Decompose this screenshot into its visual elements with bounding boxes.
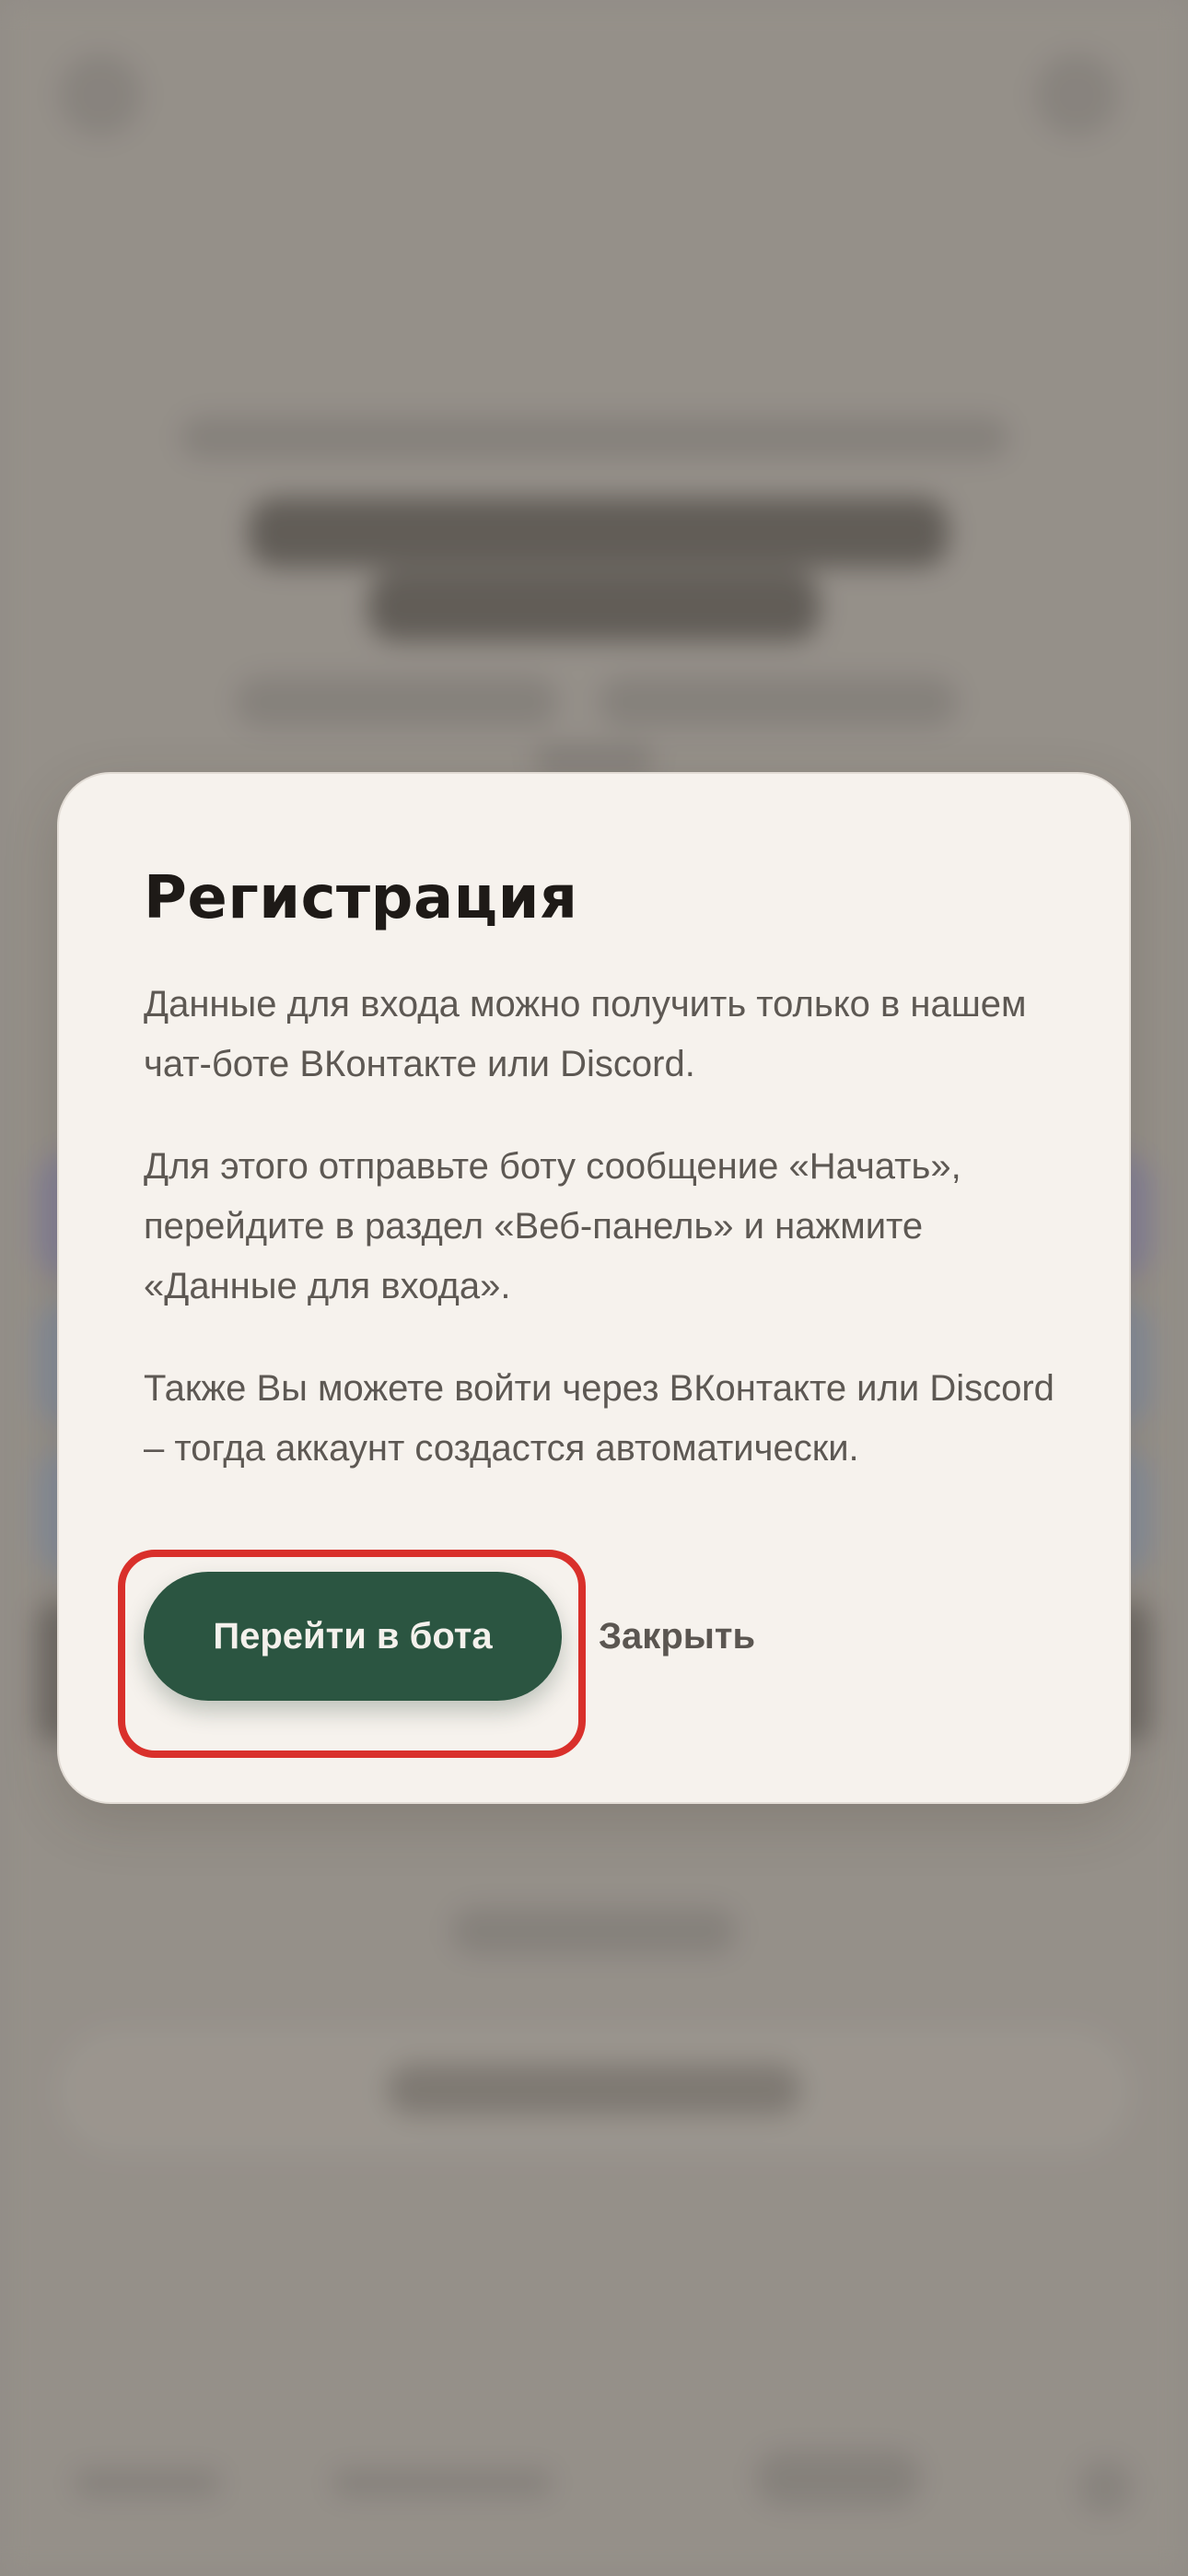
dialog-body: Данные для входа можно получить только в… xyxy=(144,975,1065,1521)
dialog-paragraph-1: Данные для входа можно получить только в… xyxy=(144,984,1027,1084)
go-to-bot-button[interactable]: Перейти в бота xyxy=(144,1572,562,1701)
close-button[interactable]: Закрыть xyxy=(589,1572,764,1701)
dialog-paragraph-3: Также Вы можете войти через ВКонтакте ил… xyxy=(144,1368,1054,1469)
dialog-paragraph-2: Для этого отправьте боту сообщение «Нача… xyxy=(144,1146,961,1306)
dialog-title: Регистрация xyxy=(144,864,578,932)
dialog-actions: Перейти в бота Закрыть xyxy=(59,1550,1129,1758)
registration-dialog: Регистрация Данные для входа можно получ… xyxy=(57,772,1131,1804)
